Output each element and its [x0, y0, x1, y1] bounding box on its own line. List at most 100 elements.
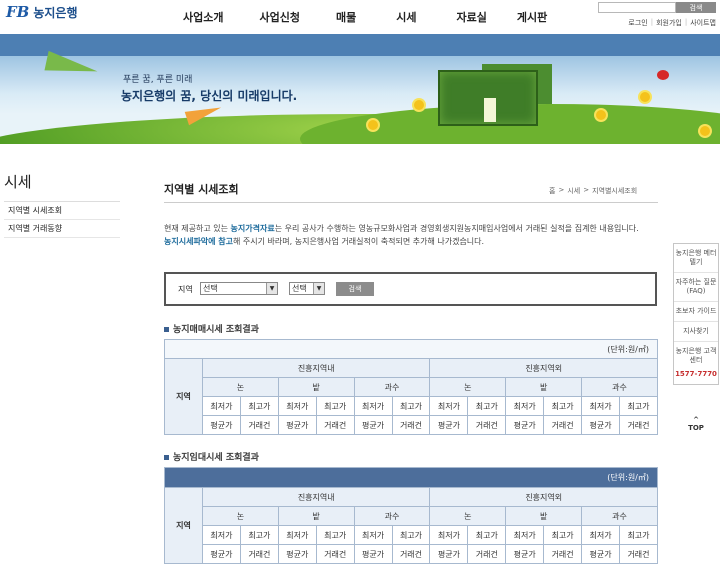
header-search-button[interactable]: 검색 [676, 2, 716, 13]
avg-price-header: 평균가 [581, 415, 620, 435]
sidebar-menu: 지역별 시세조회 지역별 거래동향 [4, 201, 120, 238]
sidebar-title: 시세 [4, 173, 32, 191]
scroll-top-label: TOP [688, 424, 704, 432]
land-type-header: 과수 [353, 506, 431, 526]
min-price-header: 최저가 [429, 525, 469, 545]
chevron-up-icon: ^ [693, 416, 699, 424]
avg-price-header: 평균가 [353, 544, 393, 564]
deal-count-header: 거래건 [618, 415, 659, 435]
min-price-header: 최저가 [353, 525, 393, 545]
bullet-icon [164, 455, 169, 460]
banner-slogan-small: 푸른 꿈, 푸른 미래 [123, 75, 193, 85]
quick-menu: 농지은행 메터텔기 자주하는 질문(FAQ) 초보자 가이드 지사찾기 농지은행… [673, 243, 719, 385]
max-price-header: 최고가 [618, 396, 659, 416]
min-price-header: 최저가 [277, 396, 317, 416]
rent-price-section-label: 농지임대시세 조회결과 [173, 453, 259, 463]
min-price-header: 최저가 [505, 525, 545, 545]
logo[interactable]: FB 농지은행 [6, 4, 78, 21]
nav-item-prices[interactable]: 시세 [396, 9, 416, 25]
quick-menu-item-news[interactable]: 농지은행 메터텔기 [674, 244, 718, 273]
search-button[interactable]: 검색 [336, 282, 374, 296]
province-select-value: 선택 [203, 284, 218, 293]
divider: | [684, 18, 688, 26]
deal-count-header: 거래건 [315, 415, 355, 435]
table-row: 평균가 거래건 평균가 거래건 평균가 거래건 평균가 거래건 평균가 거래건 평균가 거래… [165, 544, 659, 564]
avg-price-header: 평균가 [429, 415, 469, 435]
deal-count-header: 거래건 [239, 415, 279, 435]
max-price-header: 최고가 [391, 525, 431, 545]
service-phone: 1577-7770 [675, 370, 717, 378]
unit-label: (단위:원/㎡) [164, 339, 658, 359]
breadcrumb-current: 지역별시세조회 [592, 187, 638, 195]
sidebar-item-region-price[interactable]: 지역별 시세조회 [4, 202, 120, 220]
avg-price-header: 평균가 [353, 415, 393, 435]
nav-item-board[interactable]: 게시판 [517, 9, 547, 25]
sidebar-item-region-trend[interactable]: 지역별 거래동향 [4, 220, 120, 238]
region-header: 지역 [164, 358, 203, 435]
rent-price-section-title: 농지임대시세 조회결과 [164, 450, 259, 463]
zone-header: 진흥지역외 [429, 358, 658, 378]
sitemap-link[interactable]: 사이트맵 [690, 18, 716, 28]
quick-menu-item-service-center[interactable]: 농지은행 고객센터 [674, 342, 718, 365]
city-select[interactable]: 선택 ▼ [289, 282, 325, 295]
min-price-header: 최저가 [581, 525, 620, 545]
land-type-header: 과수 [581, 506, 658, 526]
nav-item-business-intro[interactable]: 사업소개 [183, 9, 223, 25]
flower-icon [414, 100, 424, 110]
table-row: 최저가 최고가 최저가 최고가 최저가 최고가 최저가 최고가 최저가 최고가 최저가 최고… [165, 396, 659, 416]
login-link[interactable]: 로그인 [628, 18, 647, 28]
max-price-header: 최고가 [315, 525, 355, 545]
table-row: 평균가 거래건 평균가 거래건 평균가 거래건 평균가 거래건 평균가 거래건 평균가 거래… [165, 415, 659, 435]
quick-menu-item-branch[interactable]: 지사찾기 [674, 322, 718, 342]
quick-menu-item-faq[interactable]: 자주하는 질문(FAQ) [674, 273, 718, 302]
flower-icon [368, 120, 378, 130]
signup-link[interactable]: 회원가입 [656, 18, 682, 28]
min-price-header: 최저가 [505, 396, 545, 416]
hero-banner: 푸른 꿈, 푸른 미래 농지은행의 꿈, 당신의 미래입니다. [0, 34, 720, 144]
unit-label: (단위:원/㎡) [164, 467, 658, 488]
deal-count-header: 거래건 [239, 544, 279, 564]
chevron-down-icon: ▼ [266, 283, 277, 294]
max-price-header: 최고가 [315, 396, 355, 416]
nav-item-archive[interactable]: 자료실 [456, 9, 486, 25]
min-price-header: 최저가 [581, 396, 620, 416]
deal-count-header: 거래건 [467, 415, 507, 435]
title-divider [164, 202, 658, 203]
avg-price-header: 평균가 [581, 544, 620, 564]
scroll-top-button[interactable]: ^ TOP [684, 416, 708, 432]
region-search-box: 지역 선택 ▼ 선택 ▼ 검색 [164, 272, 657, 306]
land-type-header: 밭 [505, 506, 583, 526]
quick-menu-item-guide[interactable]: 초보자 가이드 [674, 302, 718, 322]
deal-count-header: 거래건 [315, 544, 355, 564]
sale-price-section-label: 농지매매시세 조회결과 [173, 325, 259, 335]
header: FB 농지은행 사업소개 사업신청 매물 시세 자료실 게시판 검색 로그인 |… [0, 0, 720, 34]
page-title: 지역별 시세조회 [164, 183, 239, 196]
table-row: 최저가 최고가 최저가 최고가 최저가 최고가 최저가 최고가 최저가 최고가 최저가 최고… [165, 525, 659, 545]
max-price-header: 최고가 [543, 525, 583, 545]
land-type-header: 논 [202, 506, 279, 526]
divider: | [650, 18, 654, 26]
max-price-header: 최고가 [618, 525, 659, 545]
intro-text: 현재 제공하고 있는 농지가격자료는 우리 공사가 수행하는 영농규모화사업과 … [164, 222, 659, 248]
province-select[interactable]: 선택 ▼ [200, 282, 278, 295]
banner-door [484, 98, 496, 122]
nav-item-business-apply[interactable]: 사업신청 [259, 9, 299, 25]
nav-item-listings[interactable]: 매물 [336, 9, 356, 25]
logo-mark: FB [6, 3, 30, 21]
deal-count-header: 거래건 [391, 415, 431, 435]
page: FB 농지은행 사업소개 사업신청 매물 시세 자료실 게시판 검색 로그인 |… [0, 0, 720, 569]
table-row: (단위:원/㎡) [164, 467, 658, 488]
ladybug-icon [657, 70, 669, 80]
breadcrumb-separator: > [558, 186, 565, 194]
min-price-header: 최저가 [202, 525, 241, 545]
land-type-header: 밭 [277, 377, 355, 397]
breadcrumb: 홈 > 시세 > 지역별시세조회 [549, 186, 637, 196]
breadcrumb-home[interactable]: 홈 [549, 186, 555, 196]
flower-icon [596, 110, 606, 120]
city-select-value: 선택 [292, 284, 307, 293]
intro-highlight-1: 농지가격자료 [230, 224, 275, 233]
deal-count-header: 거래건 [543, 415, 583, 435]
table-row: 지역 진흥지역내 진흥지역외 [164, 487, 658, 564]
header-search-input[interactable] [598, 2, 676, 13]
breadcrumb-prices[interactable]: 시세 [567, 186, 580, 196]
